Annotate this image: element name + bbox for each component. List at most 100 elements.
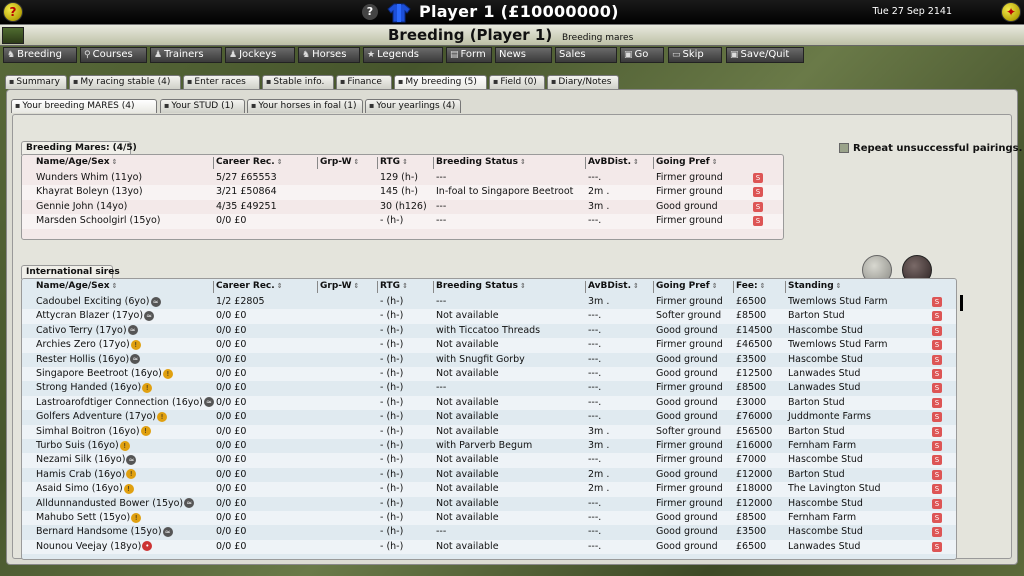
sires-row[interactable]: Nezami Silk (16yo) ≈0/0 £0- (h-) Not avail… [22, 453, 956, 468]
select-icon[interactable]: S [932, 325, 942, 336]
mares-row[interactable]: Marsden Schoolgirl (15yo) 0/0 £0 - (h-) ---… [22, 214, 783, 229]
tab-enter-races[interactable]: ▪ Enter races [183, 75, 260, 89]
nav-horses-button[interactable]: ♞ Horses [298, 47, 360, 63]
tab-summary[interactable]: ▪ Summary [5, 75, 67, 89]
subtab-1[interactable]: ▪ Your STUD (1) [160, 99, 245, 113]
sires-row[interactable]: Nounou Veejay (18yo) • 0/0 £0 - (h-) Not ava… [22, 539, 956, 555]
select-icon[interactable]: S [932, 455, 942, 466]
select-icon[interactable]: S [932, 397, 942, 408]
sires-row[interactable]: Cadoubel Exciting (6yo) ≈1/2 £2805- (h-) -… [22, 295, 956, 309]
info-icon[interactable]: ? [362, 4, 378, 20]
cell-name-age-sex[interactable]: Khayrat Boleyn (13yo) [36, 186, 143, 197]
select-icon[interactable]: S [753, 187, 763, 198]
sire-name[interactable]: Attycran Blazer (17yo) ≈ [36, 310, 155, 321]
sires-row[interactable]: Simhal Boitron (16yo)! 0/0 £0 - (h-) Not av… [22, 424, 956, 439]
mares-header-5[interactable]: AvBDist. ⇕ [588, 157, 639, 167]
select-icon[interactable]: S [932, 541, 942, 552]
sire-name[interactable]: Nounou Veejay (18yo) • [36, 541, 153, 552]
tab-my-breeding[interactable]: ▪ My breeding (5) [394, 75, 487, 89]
menu-button[interactable]: ✦ [1001, 2, 1021, 22]
sire-name[interactable]: Cativo Terry (17yo) ≈ [36, 325, 138, 336]
mares-row[interactable]: Wunders Whim (11yo) 5/27 £65553 129 (h-) --… [22, 171, 783, 185]
select-icon[interactable]: S [932, 527, 942, 538]
tab-stable-info[interactable]: ▪ Stable info. [262, 75, 334, 89]
sire-name[interactable]: Mahubo Sett (15yo)! [36, 512, 142, 523]
repeat-pairings-checkbox[interactable] [839, 143, 849, 153]
sires-row[interactable]: Alldunnandusted Bower (15yo) ≈0/0 £0- (h-… [22, 497, 956, 511]
sires-header-4[interactable]: Breeding Status ⇕ [436, 281, 526, 291]
scrollbar-thumb[interactable] [960, 295, 963, 311]
sires-row[interactable]: Turbo Suis (16yo)! 0/0 £0 - (h-) with Parve… [22, 439, 956, 453]
sires-header-5[interactable]: AvBDist. ⇕ [588, 281, 639, 291]
mares-header-0[interactable]: Name/Age/Sex ⇕ [36, 157, 117, 167]
nav-jockeys-button[interactable]: ♟ Jockeys [225, 47, 295, 63]
tab-my-racing-stable[interactable]: ▪ My racing stable (4) [69, 75, 181, 89]
subtab-2[interactable]: ▪ Your horses in foal (1) [247, 99, 363, 113]
sires-row[interactable]: Cativo Terry (17yo) ≈0/0 £0- (h-) with Tic… [22, 324, 956, 338]
nav-form-button[interactable]: ▤ Form [446, 47, 492, 63]
nav-sales-button[interactable]: Sales [555, 47, 617, 63]
subtab-0[interactable]: ▪ Your breeding MARES (4) [11, 99, 157, 113]
sire-name[interactable]: Singapore Beetroot (16yo)! [36, 368, 173, 379]
select-icon[interactable]: S [932, 297, 942, 307]
sires-header-1[interactable]: Career Rec. ⇕ [216, 281, 283, 291]
nav-save-quit-button[interactable]: ▣ Save/Quit [726, 47, 804, 63]
cell-name-age-sex[interactable]: Wunders Whim (11yo) [36, 172, 142, 183]
sire-name[interactable]: Archies Zero (17yo)! [36, 339, 141, 350]
select-icon[interactable]: S [932, 412, 942, 423]
select-icon[interactable]: S [932, 426, 942, 437]
select-icon[interactable]: S [932, 369, 942, 379]
repeat-pairings-option[interactable]: Repeat unsuccessful pairings. [839, 143, 1022, 154]
nav-breeding-button[interactable]: ♞ Breeding [3, 47, 77, 63]
sire-name[interactable]: Lastroarofdtiger Connection (16yo) ≈ [36, 397, 214, 408]
sires-row[interactable]: Singapore Beetroot (16yo)! 0/0 £0 - (h-) No… [22, 367, 956, 382]
sires-row[interactable]: Lastroarofdtiger Connection (16yo) ≈0/0 £… [22, 395, 956, 411]
sires-row[interactable]: Archies Zero (17yo)! 0/0 £0 - (h-) Not avai… [22, 338, 956, 353]
nav-news-button[interactable]: News [495, 47, 552, 63]
cell-name-age-sex[interactable]: Marsden Schoolgirl (15yo) [36, 215, 161, 226]
sires-row[interactable]: Bernard Handsome (15yo) ≈0/0 £0- (h-) --- -… [22, 525, 956, 539]
subtab-3[interactable]: ▪ Your yearlings (4) [365, 99, 461, 113]
sire-name[interactable]: Golfers Adventure (17yo)! [36, 411, 167, 422]
sires-row[interactable]: Hamis Crab (16yo)! 0/0 £0 - (h-) Not availa… [22, 468, 956, 482]
sires-row[interactable]: Rester Hollis (16yo) ≈0/0 £0- (h-) with Sn… [22, 353, 956, 367]
sires-row[interactable]: Mahubo Sett (15yo)! 0/0 £0 - (h-) Not avail… [22, 511, 956, 526]
mares-header-6[interactable]: Going Pref ⇕ [656, 157, 718, 167]
sires-header-3[interactable]: RTG ⇕ [380, 281, 408, 291]
select-icon[interactable]: S [932, 340, 942, 351]
cell-name-age-sex[interactable]: Gennie John (14yo) [36, 201, 127, 212]
help-button[interactable]: ? [3, 2, 23, 22]
select-icon[interactable]: S [932, 484, 942, 495]
nav-courses-button[interactable]: ⚲ Courses [80, 47, 147, 63]
sires-row[interactable]: Strong Handed (16yo)! 0/0 £0 - (h-) --- ---.… [22, 381, 956, 395]
sire-name[interactable]: Rester Hollis (16yo) ≈ [36, 354, 141, 365]
nav-trainers-button[interactable]: ♟ Trainers [150, 47, 222, 63]
select-icon[interactable]: S [932, 354, 942, 365]
sire-name[interactable]: Bernard Handsome (15yo) ≈ [36, 526, 173, 537]
sire-name[interactable]: Nezami Silk (16yo) ≈ [36, 454, 137, 465]
sire-name[interactable]: Strong Handed (16yo)! [36, 382, 153, 393]
tab-diary-notes[interactable]: ▪ Diary/Notes [547, 75, 619, 89]
nav-skip-button[interactable]: ▭ Skip [668, 47, 722, 63]
sires-header-8[interactable]: Standing ⇕ [788, 281, 842, 291]
sires-header-2[interactable]: Grp-W ⇕ [320, 281, 359, 291]
select-icon[interactable]: S [932, 383, 942, 394]
mares-header-3[interactable]: RTG ⇕ [380, 157, 408, 167]
select-icon[interactable]: S [932, 311, 942, 322]
sires-header-7[interactable]: Fee: ⇕ [736, 281, 765, 291]
nav-go-button[interactable]: ▣ Go [620, 47, 664, 63]
tab-field[interactable]: ▪ Field (0) [489, 75, 545, 89]
sire-name[interactable]: Alldunnandusted Bower (15yo) ≈ [36, 498, 195, 509]
mares-row[interactable]: Gennie John (14yo) 4/35 £49251 30 (h126) --… [22, 200, 783, 214]
sires-row[interactable]: Asaid Simo (16yo)! 0/0 £0 - (h-) Not availa… [22, 482, 956, 497]
mares-header-2[interactable]: Grp-W ⇕ [320, 157, 359, 167]
nav-legends-button[interactable]: ★ Legends [363, 47, 443, 63]
select-icon[interactable]: S [753, 216, 763, 227]
sire-name[interactable]: Turbo Suis (16yo)! [36, 440, 130, 451]
select-icon[interactable]: S [932, 513, 942, 523]
sire-name[interactable]: Hamis Crab (16yo)! [36, 469, 137, 480]
tab-finance[interactable]: ▪ Finance [336, 75, 392, 89]
sire-name[interactable]: Simhal Boitron (16yo)! [36, 426, 151, 437]
sire-name[interactable]: Cadoubel Exciting (6yo) ≈ [36, 296, 161, 307]
select-icon[interactable]: S [932, 469, 942, 480]
